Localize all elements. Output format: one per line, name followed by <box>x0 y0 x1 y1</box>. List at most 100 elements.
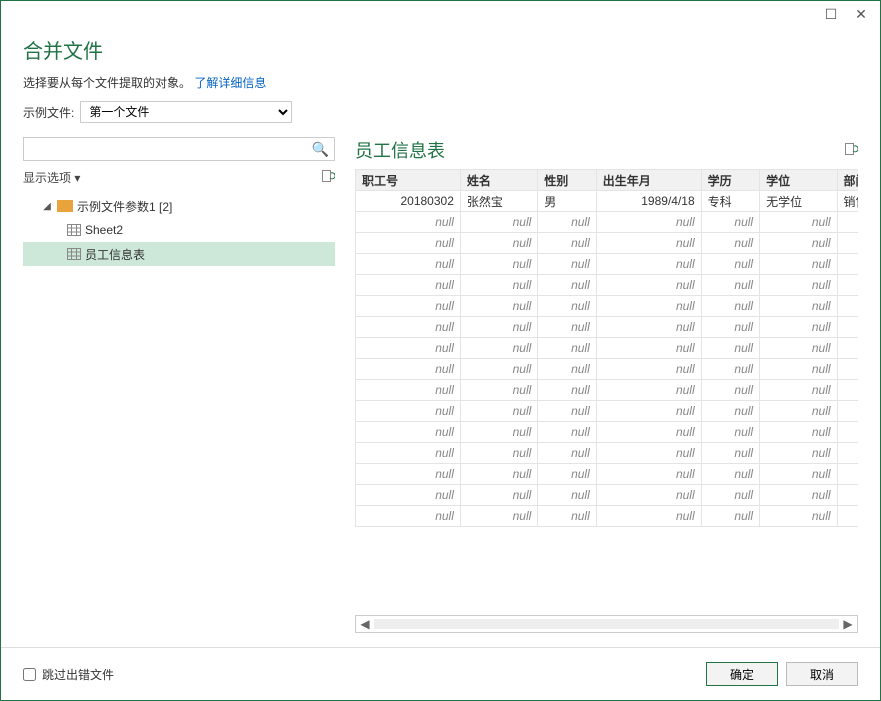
table-cell: null <box>356 401 461 422</box>
column-header[interactable]: 学位 <box>760 170 837 191</box>
table-cell: null <box>701 422 759 443</box>
table-row[interactable]: nullnullnullnullnullnullnull <box>356 296 859 317</box>
cancel-button[interactable]: 取消 <box>786 662 858 686</box>
table-cell: null <box>596 380 701 401</box>
table-cell: null <box>760 464 837 485</box>
table-cell: null <box>760 506 837 527</box>
table-cell: null <box>837 317 858 338</box>
table-cell: null <box>538 422 596 443</box>
tree-root-label: 示例文件参数1 [2] <box>77 198 331 215</box>
close-button[interactable]: ✕ <box>846 4 876 24</box>
learn-more-link[interactable]: 了解详细信息 <box>194 76 266 90</box>
dialog-title: 合并文件 <box>23 35 858 64</box>
table-row[interactable]: nullnullnullnullnullnullnull <box>356 464 859 485</box>
ok-button[interactable]: 确定 <box>706 662 778 686</box>
table-cell: null <box>538 380 596 401</box>
search-input[interactable] <box>23 137 335 161</box>
table-row[interactable]: nullnullnullnullnullnullnull <box>356 233 859 254</box>
column-header[interactable]: 性别 <box>538 170 596 191</box>
table-cell: null <box>837 338 858 359</box>
table-row[interactable]: 20180302张然宝男1989/4/18专科无学位销售部 <box>356 191 859 212</box>
table-cell: 张然宝 <box>460 191 537 212</box>
table-cell: null <box>356 296 461 317</box>
column-header[interactable]: 出生年月 <box>596 170 701 191</box>
table-cell: null <box>837 359 858 380</box>
table-row[interactable]: nullnullnullnullnullnullnull <box>356 359 859 380</box>
table-cell: null <box>596 233 701 254</box>
table-row[interactable]: nullnullnullnullnullnullnull <box>356 338 859 359</box>
column-header[interactable]: 部门 <box>837 170 858 191</box>
table-cell: null <box>460 380 537 401</box>
scroll-track[interactable] <box>374 619 839 629</box>
table-row[interactable]: nullnullnullnullnullnullnull <box>356 506 859 527</box>
tree-item-label: 员工信息表 <box>85 246 331 263</box>
sample-file-select[interactable]: 第一个文件 <box>80 101 292 123</box>
table-cell: 20180302 <box>356 191 461 212</box>
tree-item-label: Sheet2 <box>85 223 331 237</box>
table-row[interactable]: nullnullnullnullnullnullnull <box>356 485 859 506</box>
scroll-left-icon[interactable]: ◀ <box>356 617 374 631</box>
table-row[interactable]: nullnullnullnullnullnullnull <box>356 275 859 296</box>
preview-pane: 员工信息表 职工号姓名性别出生年月学历学位部门 20180302张然宝男1989… <box>355 137 858 633</box>
dialog-subtitle: 选择要从每个文件提取的对象。 了解详细信息 <box>23 74 858 91</box>
table-cell: null <box>701 338 759 359</box>
folder-icon <box>57 200 73 212</box>
table-cell: null <box>356 443 461 464</box>
table-row[interactable]: nullnullnullnullnullnullnull <box>356 380 859 401</box>
table-cell: null <box>356 275 461 296</box>
table-cell: null <box>596 212 701 233</box>
table-cell: null <box>538 212 596 233</box>
table-cell: null <box>460 296 537 317</box>
table-cell: 无学位 <box>760 191 837 212</box>
search-icon[interactable]: 🔍 <box>312 141 329 158</box>
table-cell: null <box>760 296 837 317</box>
table-cell: null <box>460 233 537 254</box>
table-row[interactable]: nullnullnullnullnullnullnull <box>356 212 859 233</box>
column-header[interactable]: 姓名 <box>460 170 537 191</box>
preview-table: 职工号姓名性别出生年月学历学位部门 20180302张然宝男1989/4/18专… <box>355 169 858 527</box>
refresh-preview-icon[interactable] <box>844 142 858 159</box>
scroll-right-icon[interactable]: ▶ <box>839 617 857 631</box>
subtitle-text: 选择要从每个文件提取的对象。 <box>23 76 191 90</box>
table-row[interactable]: nullnullnullnullnullnullnull <box>356 317 859 338</box>
table-row[interactable]: nullnullnullnullnullnullnull <box>356 254 859 275</box>
tree-item-1[interactable]: 员工信息表 <box>23 242 335 266</box>
refresh-nav-icon[interactable] <box>321 169 335 186</box>
titlebar: ☐ ✕ <box>1 1 880 27</box>
collapse-icon[interactable]: ◢ <box>41 201 53 212</box>
table-row[interactable]: nullnullnullnullnullnullnull <box>356 401 859 422</box>
preview-header: 员工信息表 <box>355 137 858 163</box>
table-cell: 专科 <box>701 191 759 212</box>
skip-errors-checkbox[interactable]: 跳过出错文件 <box>23 666 114 683</box>
footer-buttons: 确定 取消 <box>706 662 858 686</box>
table-cell: null <box>356 380 461 401</box>
column-header[interactable]: 学历 <box>701 170 759 191</box>
tree-root[interactable]: ◢ 示例文件参数1 [2] <box>23 194 335 218</box>
column-header[interactable]: 职工号 <box>356 170 461 191</box>
skip-errors-input[interactable] <box>23 668 36 681</box>
table-cell: null <box>596 464 701 485</box>
table-cell: null <box>760 338 837 359</box>
table-cell: null <box>760 212 837 233</box>
table-cell: null <box>760 401 837 422</box>
horizontal-scrollbar[interactable]: ◀ ▶ <box>355 615 858 633</box>
table-cell: null <box>701 275 759 296</box>
table-cell: null <box>701 212 759 233</box>
maximize-button[interactable]: ☐ <box>816 4 846 24</box>
navigator-tree: ◢ 示例文件参数1 [2] Sheet2 员工信息表 <box>23 194 335 633</box>
table-cell: null <box>356 485 461 506</box>
table-cell: null <box>538 359 596 380</box>
table-cell: null <box>596 506 701 527</box>
table-row[interactable]: nullnullnullnullnullnullnull <box>356 443 859 464</box>
display-options-button[interactable]: 显示选项 ▾ <box>23 169 80 186</box>
tree-item-0[interactable]: Sheet2 <box>23 218 335 242</box>
table-row[interactable]: nullnullnullnullnullnullnull <box>356 422 859 443</box>
sample-file-row: 示例文件: 第一个文件 <box>1 101 880 137</box>
table-cell: null <box>538 296 596 317</box>
table-cell: null <box>837 296 858 317</box>
table-cell: null <box>701 401 759 422</box>
table-cell: null <box>538 464 596 485</box>
table-cell: null <box>837 464 858 485</box>
table-cell: null <box>538 485 596 506</box>
table-cell: null <box>356 359 461 380</box>
